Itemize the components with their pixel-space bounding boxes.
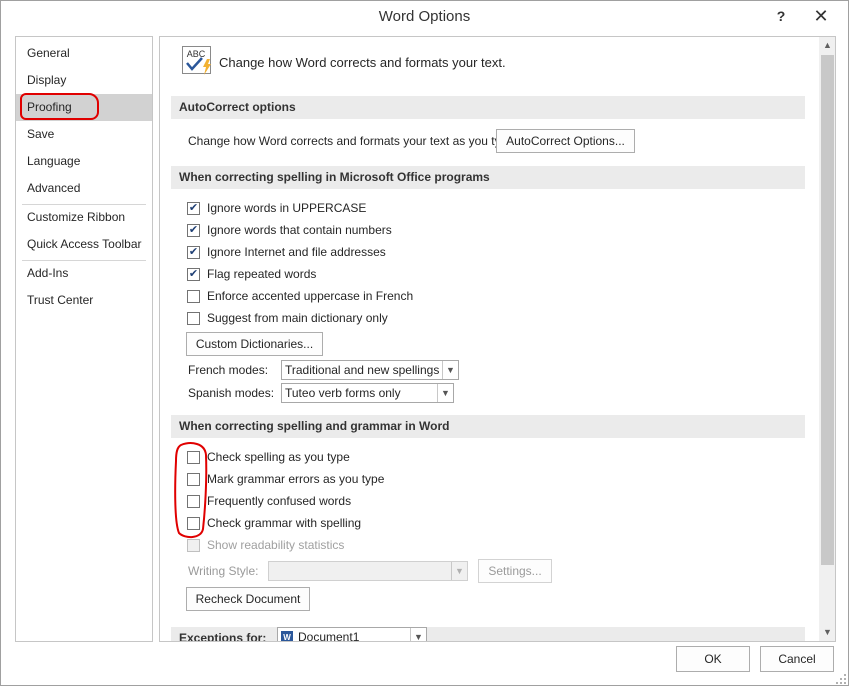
section-word-spelling-header: When correcting spelling and grammar in … [171, 415, 805, 438]
sidebar-item-save[interactable]: Save [16, 121, 152, 148]
title-bar: Word Options ? ✕ [1, 1, 848, 33]
sidebar-item-general[interactable]: General [16, 40, 152, 67]
scroll-up-arrow-icon[interactable]: ▲ [819, 37, 835, 54]
content-scrollbar[interactable]: ▲ ▼ [819, 37, 835, 641]
chevron-down-icon: ▼ [451, 562, 467, 580]
suggest-main-dictionary-label: Suggest from main dictionary only [207, 311, 388, 325]
writing-style-select[interactable]: ▼ [268, 561, 468, 581]
exceptions-label: Exceptions for: [179, 631, 267, 642]
checkmark-icon: ✔ [188, 246, 199, 258]
word-document-icon: W [281, 631, 293, 641]
checkmark-icon: ✔ [188, 268, 199, 280]
cancel-button[interactable]: Cancel [760, 646, 834, 672]
french-modes-value: Traditional and new spellings [285, 363, 440, 377]
ignore-uppercase-checkbox[interactable]: ✔ [187, 202, 200, 215]
checkmark-icon: ✔ [188, 224, 199, 236]
scroll-thumb[interactable] [821, 55, 834, 565]
resize-grip-icon[interactable] [835, 673, 847, 685]
flag-repeated-words-checkbox[interactable]: ✔ [187, 268, 200, 281]
category-sidebar: General Display Proofing Save Language A… [15, 36, 153, 642]
frequently-confused-words-label: Frequently confused words [207, 494, 352, 508]
scroll-down-arrow-icon[interactable]: ▼ [819, 624, 835, 641]
ignore-internet-addresses-label: Ignore Internet and file addresses [207, 245, 386, 259]
custom-dictionaries-button[interactable]: Custom Dictionaries... [186, 332, 323, 356]
exceptions-document-value: Document1 [298, 630, 360, 642]
french-modes-label: French modes: [188, 363, 269, 377]
section-autocorrect-header: AutoCorrect options [171, 96, 805, 119]
word-options-dialog: Word Options ? ✕ General Display Proofin… [0, 0, 849, 686]
sidebar-item-advanced[interactable]: Advanced [16, 175, 152, 202]
exceptions-document-select[interactable]: W Document1 ▼ [277, 627, 427, 642]
ignore-uppercase-label: Ignore words in UPPERCASE [207, 201, 367, 215]
sidebar-item-display[interactable]: Display [16, 67, 152, 94]
svg-text:ABC: ABC [187, 49, 206, 59]
ignore-numbers-label: Ignore words that contain numbers [207, 223, 392, 237]
suggest-main-dictionary-checkbox[interactable] [187, 312, 200, 325]
chevron-down-icon: ▼ [442, 361, 458, 379]
checkmark-icon: ✔ [188, 202, 199, 214]
sidebar-item-trust-center[interactable]: Trust Center [16, 287, 152, 314]
writing-style-label: Writing Style: [188, 564, 259, 578]
autocorrect-options-button[interactable]: AutoCorrect Options... [496, 129, 635, 153]
window-title: Word Options [378, 8, 471, 25]
chevron-down-icon: ▼ [437, 384, 453, 402]
french-modes-select[interactable]: Traditional and new spellings ▼ [281, 360, 459, 380]
recheck-document-button[interactable]: Recheck Document [186, 587, 310, 611]
check-grammar-with-spelling-label: Check grammar with spelling [207, 516, 362, 530]
check-spelling-as-you-type-label: Check spelling as you type [207, 450, 350, 464]
close-button[interactable]: ✕ [796, 1, 846, 31]
autocorrect-label: Change how Word corrects and formats you… [188, 134, 518, 148]
ignore-numbers-checkbox[interactable]: ✔ [187, 224, 200, 237]
ok-button[interactable]: OK [676, 646, 750, 672]
enforce-accented-uppercase-label: Enforce accented uppercase in French [207, 289, 414, 303]
help-button[interactable]: ? [771, 1, 791, 31]
chevron-down-icon: ▼ [410, 628, 426, 641]
mark-grammar-errors-label: Mark grammar errors as you type [207, 472, 385, 486]
section-exceptions-header: Exceptions for: [171, 627, 805, 642]
ignore-internet-addresses-checkbox[interactable]: ✔ [187, 246, 200, 259]
abc-check-icon: ABC [182, 46, 214, 76]
spanish-modes-label: Spanish modes: [188, 386, 275, 400]
proofing-content-pane: ABC Change how Word corrects and formats… [159, 36, 836, 642]
spanish-modes-value: Tuteo verb forms only [285, 386, 401, 400]
settings-button[interactable]: Settings... [478, 559, 552, 583]
annotation-word-spelling [174, 442, 208, 539]
sidebar-item-proofing[interactable]: Proofing [16, 94, 152, 121]
close-icon: ✕ [813, 5, 829, 26]
sidebar-item-customize-ribbon[interactable]: Customize Ribbon [16, 204, 152, 231]
spanish-modes-select[interactable]: Tuteo verb forms only ▼ [281, 383, 454, 403]
show-readability-statistics-label: Show readability statistics [207, 538, 345, 552]
section-office-spelling-header: When correcting spelling in Microsoft Of… [171, 166, 805, 189]
sidebar-item-add-ins[interactable]: Add-Ins [16, 260, 152, 287]
flag-repeated-words-label: Flag repeated words [207, 267, 317, 281]
page-description: Change how Word corrects and formats you… [219, 55, 506, 70]
sidebar-item-quick-access-toolbar[interactable]: Quick Access Toolbar [16, 231, 152, 258]
enforce-accented-uppercase-checkbox[interactable] [187, 290, 200, 303]
sidebar-item-language[interactable]: Language [16, 148, 152, 175]
